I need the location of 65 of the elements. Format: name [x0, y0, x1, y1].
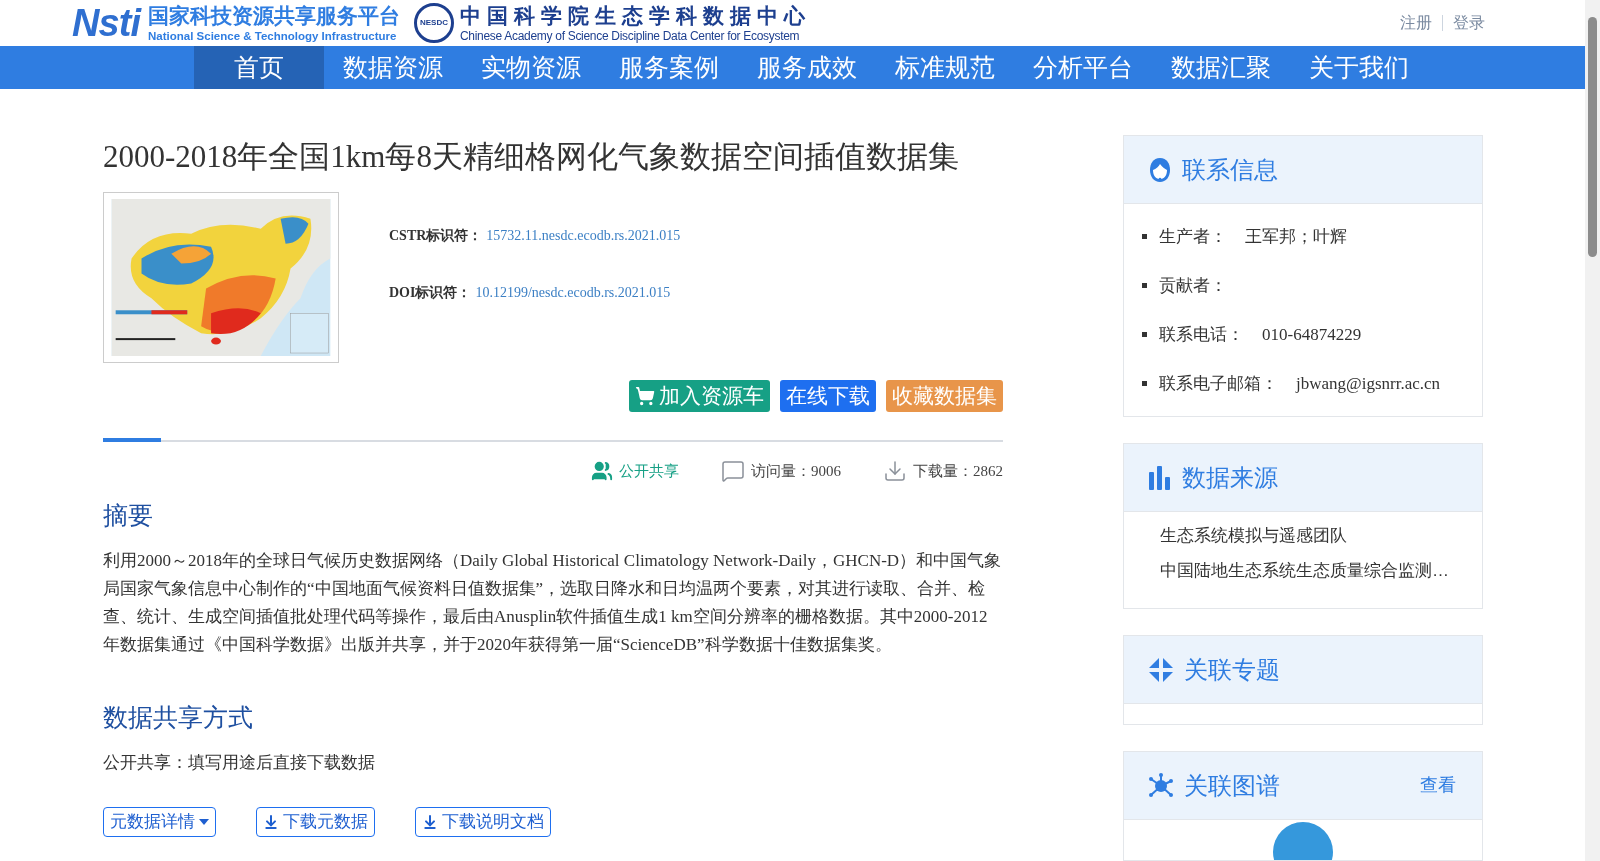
nav-item[interactable]: 数据资源	[324, 46, 462, 89]
diamond-quarters-icon	[1148, 656, 1174, 683]
download-icon	[422, 814, 438, 830]
bullet-icon	[1142, 381, 1147, 386]
action-button[interactable]: 加入资源车	[629, 380, 770, 412]
scrollbar[interactable]	[1585, 0, 1600, 861]
comment-icon	[721, 459, 745, 483]
nav-item[interactable]: 数据汇聚	[1152, 46, 1290, 89]
download-icon	[263, 814, 279, 830]
field-label: 联系电子邮箱：	[1159, 372, 1278, 395]
panel-title: 关联专题	[1184, 654, 1280, 685]
action-button[interactable]: 收藏数据集	[886, 380, 1003, 412]
identifier-label: DOI标识符：	[389, 284, 472, 302]
panel-title: 联系信息	[1182, 154, 1278, 185]
field-label: 贡献者：	[1159, 274, 1227, 297]
dataset-title: 2000-2018年全国1km每8天精细格网化气象数据空间插值数据集	[103, 138, 960, 176]
nav-item[interactable]: 服务案例	[600, 46, 738, 89]
nav-item[interactable]: 服务成效	[738, 46, 876, 89]
nesdc-badge: NESDC	[414, 3, 454, 44]
users-icon	[591, 460, 613, 482]
bullet-icon	[1142, 332, 1147, 337]
network-icon	[1148, 772, 1174, 799]
panel-title: 数据来源	[1182, 462, 1278, 493]
section-text: 公开共享：填写用途后直接下载数据	[103, 752, 376, 774]
stat-text: 公开共享	[619, 460, 679, 481]
nav-item[interactable]: 首页	[194, 46, 324, 89]
cart-icon	[635, 386, 655, 406]
nav-item[interactable]: 标准规范	[876, 46, 1014, 89]
action-button[interactable]: 在线下载	[780, 380, 876, 412]
source-item[interactable]: 中国陆地生态系统生态质量综合监测…	[1124, 553, 1482, 588]
section-heading: 数据共享方式	[103, 702, 254, 733]
field-value: jbwang@igsnrr.ac.cn	[1296, 372, 1441, 395]
download-icon	[883, 459, 907, 483]
nav-item[interactable]: 分析平台	[1014, 46, 1152, 89]
section-heading: 摘要	[103, 500, 154, 531]
field-value: 王军邦；叶辉	[1245, 225, 1347, 248]
view-link[interactable]: 查看	[1420, 772, 1456, 799]
logo-mark: Nsti	[72, 4, 140, 43]
platform-subtitle: National Science & Technology Infrastructure	[148, 29, 398, 44]
field-label: 联系电话：	[1159, 323, 1244, 346]
person-headset-icon	[1148, 156, 1172, 183]
caret-icon	[199, 819, 209, 825]
center-subtitle: Chinese Academy of Science Discipline Data Center for Ecosystem	[460, 29, 801, 44]
auth-link[interactable]: 登录	[1453, 11, 1485, 36]
bullet-icon	[1142, 283, 1147, 288]
stat-text: 访问量：9006	[751, 461, 841, 481]
panel-title: 关联图谱	[1184, 770, 1280, 801]
nav-item[interactable]: 关于我们	[1290, 46, 1428, 89]
platform-name: 国家科技资源共享服务平台	[148, 3, 400, 30]
outline-button[interactable]: 下载元数据	[256, 807, 375, 837]
source-item[interactable]: 生态系统模拟与遥感团队	[1124, 518, 1482, 553]
field-value: 010-64874229	[1262, 323, 1362, 346]
outline-button[interactable]: 元数据详情	[103, 807, 216, 837]
identifier-link[interactable]: 10.12199/nesdc.ecodb.rs.2021.015	[475, 282, 671, 303]
outline-button[interactable]: 下载说明文档	[415, 807, 551, 837]
center-name: 中国科学院生态学科数据中心	[460, 3, 811, 30]
section-text: 利用2000～2018年的全球日气候历史数据网络（Daily Global Historical Climatology Network-Daily，GHCN-D）和中国气象局国家气象信息中心制作的“中国地面气候资料日值数据集”，选取日降水和日均温两个要素，对其进行读取、合并、检查、统计、生成空间插值批处理代码等操作，最后由Anusplin软件插值生成1 km空间分辨率的栅格数据。其中2000-2012年数据集通过《中国科学数据》出版并共享，并于2020年获得第一届“ScienceDB”科学数据十佳数据集奖。	[103, 550, 1003, 656]
identifier-link[interactable]: 15732.11.nesdc.ecodb.rs.2021.015	[486, 225, 681, 246]
nav-item[interactable]: 实物资源	[462, 46, 600, 89]
auth-link[interactable]: 注册	[1400, 11, 1432, 36]
bullet-icon	[1142, 234, 1147, 239]
identifier-label: CSTR标识符：	[389, 227, 483, 245]
field-label: 生产者：	[1159, 225, 1227, 248]
bar-chart-icon	[1148, 465, 1172, 490]
stat-text: 下载量：2862	[913, 461, 1003, 481]
